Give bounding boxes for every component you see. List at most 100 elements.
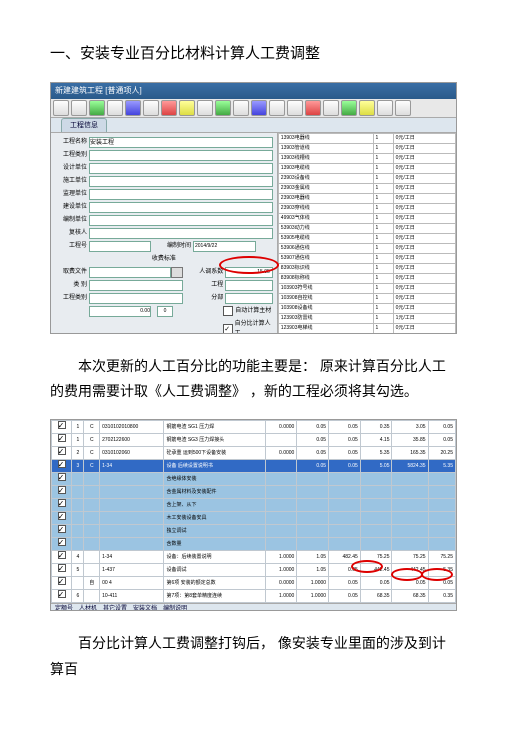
checkbox[interactable]: ✓ <box>223 324 232 334</box>
rate-row[interactable]: 13903电器线10元/工日 <box>278 134 455 144</box>
paragraph-2: 百分比计算人工费调整打钩后， 像安装专业里面的涉及到计算百 <box>50 631 455 681</box>
checkbox[interactable] <box>58 538 66 546</box>
toolbar-btn[interactable] <box>89 100 105 116</box>
toolbar-btn[interactable] <box>233 100 249 116</box>
splitter-tab[interactable]: 其它设置 <box>103 604 127 611</box>
toolbar-btn[interactable] <box>197 100 213 116</box>
rate-row[interactable]: 103903符号线10元/工日 <box>278 284 455 294</box>
rate-row[interactable]: 53903动力线10元/工日 <box>278 224 455 234</box>
grid-row[interactable]: 1 C 2702122600 钢筋电渣 SG3 压力焊接头 0.050.054.… <box>52 434 456 447</box>
toolbar-btn[interactable] <box>395 100 411 116</box>
toolbar-btn[interactable] <box>359 100 375 116</box>
form-input[interactable] <box>89 215 273 226</box>
toolbar-btn[interactable] <box>377 100 393 116</box>
checkbox[interactable] <box>58 577 66 585</box>
form-input[interactable] <box>89 280 183 291</box>
toolbar-btn[interactable] <box>251 100 267 116</box>
toolbar-btn[interactable] <box>341 100 357 116</box>
checkbox[interactable] <box>58 486 66 494</box>
toolbar-btn[interactable] <box>53 100 69 116</box>
rate-row[interactable]: 83903标识线10元/工日 <box>278 264 455 274</box>
rate-row[interactable]: 23903穿线线10元/工日 <box>278 204 455 214</box>
checkbox[interactable] <box>58 473 66 481</box>
grid-row[interactable]: 6 10-411 第7项：第8套单精度连续 1.00001.00000.0568… <box>52 590 456 603</box>
rate-row[interactable]: 53906通信线10元/工日 <box>278 244 455 254</box>
toolbar-btn[interactable] <box>161 100 177 116</box>
checkbox-label: 自动计算主材 <box>235 306 271 317</box>
grid-row[interactable]: 4 1-34 设备：后续装置说明 1.00001.05482.4575.2575… <box>52 551 456 564</box>
rate-row[interactable]: 13903线槽线10元/工日 <box>278 154 455 164</box>
toolbar <box>51 99 456 118</box>
form-input[interactable] <box>89 267 171 278</box>
checkbox[interactable] <box>58 499 66 507</box>
checkbox[interactable] <box>58 421 66 429</box>
date-input[interactable]: 2014/9/22 <box>193 241 256 252</box>
rate-row[interactable]: 53905电缆线10元/工日 <box>278 234 455 244</box>
form-input[interactable] <box>89 163 273 174</box>
annotation-circle <box>219 256 279 274</box>
checkbox[interactable] <box>223 306 233 316</box>
checkbox[interactable] <box>58 551 66 559</box>
browse-button[interactable] <box>171 267 183 278</box>
grid-row[interactable]: 含绝缘体安装 <box>52 473 456 486</box>
rate-row[interactable]: 13903管道线10元/工日 <box>278 144 455 154</box>
toolbar-btn[interactable] <box>287 100 303 116</box>
form-input[interactable] <box>89 189 273 200</box>
grid-row[interactable]: 2 C 0310102060 砼承重 运到500下设备安装 0.00000.05… <box>52 447 456 460</box>
grid-row[interactable]: 含金属材料及安装配件 <box>52 486 456 499</box>
form-input[interactable] <box>225 280 273 291</box>
splitter-tab[interactable]: 人材机 <box>79 604 97 611</box>
toolbar-btn[interactable] <box>125 100 141 116</box>
checkbox[interactable] <box>58 590 66 598</box>
rate-row[interactable]: 23903金属线10元/工日 <box>278 184 455 194</box>
form-input[interactable] <box>89 241 151 252</box>
toolbar-btn[interactable] <box>323 100 339 116</box>
checkbox[interactable] <box>58 460 66 468</box>
splitter-tab[interactable]: 编制说明 <box>163 604 187 611</box>
toolbar-btn[interactable] <box>305 100 321 116</box>
rate-row[interactable]: 23903电器线10元/工日 <box>278 194 455 204</box>
window-title: 新建建筑工程 [普通项人] <box>55 84 142 98</box>
grid-row[interactable]: 3 C 1-34 设备 后续设置说明书 0.050.055.055824.355… <box>52 460 456 473</box>
rate-row[interactable]: 49903气体线10元/工日 <box>278 214 455 224</box>
form-input[interactable] <box>89 293 183 304</box>
rate-row[interactable]: 123903电梯线10元/工日 <box>278 324 455 334</box>
form-label: 工程 <box>187 280 225 291</box>
form-input[interactable] <box>89 150 273 161</box>
rate-row[interactable]: 53907通信线10元/工日 <box>278 254 455 264</box>
grid-row[interactable]: 含数量 <box>52 538 456 551</box>
grid-row[interactable]: 独立调试 <box>52 525 456 538</box>
form-row: 施工单位 <box>55 176 273 187</box>
form-input[interactable] <box>225 293 273 304</box>
toolbar-btn[interactable] <box>269 100 285 116</box>
toolbar-btn[interactable] <box>107 100 123 116</box>
grid-row[interactable]: 木工安装设备安具 <box>52 512 456 525</box>
screenshot-grids: 1 C 0310102010800 钢筋电渣 SG1 压力焊 0.00000.0… <box>50 419 457 611</box>
toolbar-btn[interactable] <box>215 100 231 116</box>
checkbox[interactable] <box>58 512 66 520</box>
form-input[interactable]: 0 <box>157 306 173 317</box>
checkbox[interactable] <box>58 434 66 442</box>
form-input[interactable] <box>89 202 273 213</box>
checkbox[interactable] <box>58 525 66 533</box>
grid-row[interactable]: 1 C 0310102010800 钢筋电渣 SG1 压力焊 0.00000.0… <box>52 421 456 434</box>
rate-row[interactable]: 13903电缆线10元/工日 <box>278 164 455 174</box>
grid-row[interactable]: 含上架、从下 <box>52 499 456 512</box>
toolbar-btn[interactable] <box>143 100 159 116</box>
form-input[interactable]: 0.00 <box>89 306 151 317</box>
rate-row[interactable]: 83908标称线10元/工日 <box>278 274 455 284</box>
form-input[interactable] <box>89 228 273 239</box>
splitter-tab[interactable]: 定额号 <box>55 604 73 611</box>
checkbox[interactable] <box>58 564 66 572</box>
form-input[interactable] <box>89 176 273 187</box>
checkbox[interactable] <box>58 447 66 455</box>
toolbar-btn[interactable] <box>179 100 195 116</box>
splitter-tab[interactable]: 安装文档 <box>133 604 157 611</box>
tab-project-info[interactable]: 工程信息 <box>61 118 107 132</box>
rate-row[interactable]: 123903防雷线11元/工日 <box>278 314 455 324</box>
form-input[interactable]: 安装工程 <box>89 137 273 148</box>
toolbar-btn[interactable] <box>71 100 87 116</box>
rate-row[interactable]: 103908设备线10元/工日 <box>278 304 455 314</box>
rate-row[interactable]: 23903设备线10元/工日 <box>278 174 455 184</box>
rate-row[interactable]: 103908自控线10元/工日 <box>278 294 455 304</box>
